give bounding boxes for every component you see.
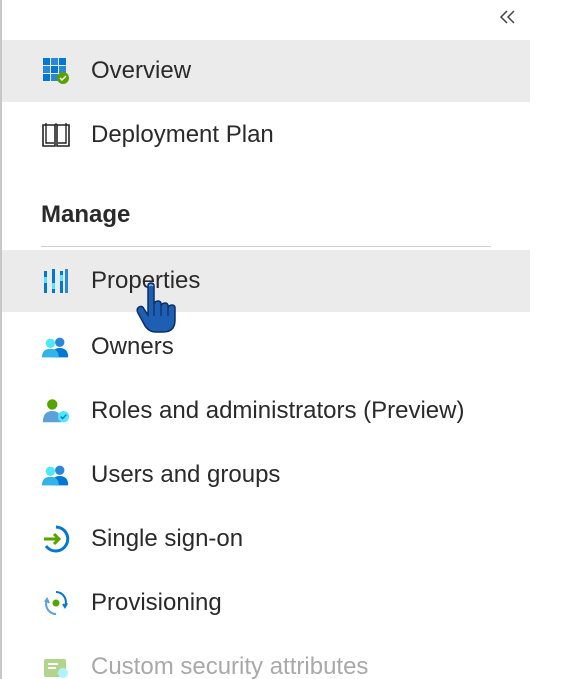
nav-item-owners[interactable]: Owners (2, 316, 530, 378)
nav-item-label: Users and groups (91, 461, 281, 488)
overview-grid-icon (41, 56, 71, 86)
nav-item-properties[interactable]: Properties (2, 250, 530, 312)
nav-item-label: Deployment Plan (91, 121, 274, 148)
section-divider (41, 246, 491, 247)
collapse-sidebar-button[interactable] (496, 6, 520, 28)
book-icon (41, 120, 71, 150)
nav-item-label: Custom security attributes (91, 653, 369, 679)
owners-people-icon (41, 332, 71, 362)
double-chevron-left-icon (499, 10, 515, 24)
nav-item-label: Roles and administrators (Preview) (91, 397, 465, 424)
nav-item-provisioning[interactable]: Provisioning (2, 572, 530, 634)
nav-item-label: Provisioning (91, 589, 222, 616)
app-sidebar: Overview Deployment Plan Manage Properti… (0, 0, 561, 679)
nav-item-label: Overview (91, 57, 192, 84)
properties-bars-icon (41, 266, 71, 296)
nav-item-custom-security-attributes: Custom security attributes (2, 636, 530, 679)
nav-item-label: Owners (91, 333, 174, 360)
provisioning-icon (41, 588, 71, 618)
users-groups-icon (41, 460, 71, 490)
section-header-manage: Manage (41, 201, 131, 228)
single-sign-on-icon (41, 524, 71, 554)
nav-item-single-sign-on[interactable]: Single sign-on (2, 508, 530, 570)
nav-item-roles-and-administrators[interactable]: Roles and administrators (Preview) (2, 380, 530, 442)
nav-item-users-and-groups[interactable]: Users and groups (2, 444, 530, 506)
nav-item-label: Single sign-on (91, 525, 244, 552)
nav-item-deployment-plan[interactable]: Deployment Plan (2, 104, 530, 166)
custom-security-icon (41, 652, 71, 679)
roles-person-icon (41, 396, 71, 426)
nav-item-label: Properties (91, 267, 201, 294)
nav-item-overview[interactable]: Overview (2, 40, 530, 102)
